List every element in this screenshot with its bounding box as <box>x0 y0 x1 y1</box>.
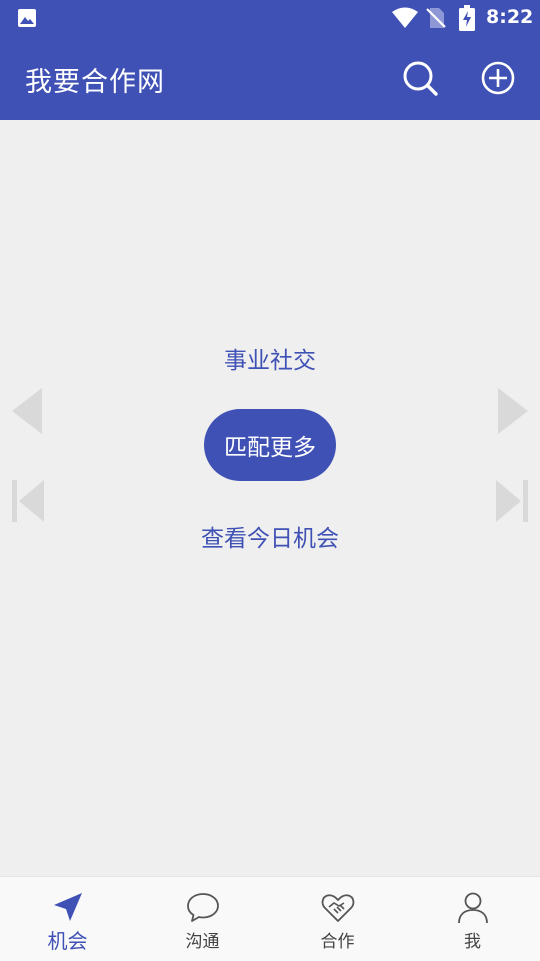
handshake-heart-icon <box>321 894 354 922</box>
next-arrow-icon[interactable] <box>496 386 530 436</box>
gallery-icon <box>18 9 36 27</box>
nav-item-cooperation[interactable]: 合作 <box>270 877 405 961</box>
status-bar: 8:22 <box>0 0 540 36</box>
battery-charging-icon <box>459 5 475 31</box>
previous-arrow-icon[interactable] <box>10 386 44 436</box>
person-icon <box>457 892 488 924</box>
nav-label: 合作 <box>320 932 355 952</box>
social-label: 事业社交 <box>224 348 316 374</box>
search-icon[interactable] <box>400 58 440 98</box>
status-time: 8:22 <box>486 6 534 28</box>
add-circle-icon[interactable] <box>478 58 518 98</box>
today-opportunities-link[interactable]: 查看今日机会 <box>0 519 540 553</box>
nav-item-opportunities[interactable]: 机会 <box>0 877 135 961</box>
nav-label: 机会 <box>47 929 88 953</box>
no-sim-icon <box>426 8 446 28</box>
match-more-button[interactable]: 匹配更多 <box>204 409 336 481</box>
chat-bubble-icon <box>186 893 219 922</box>
bottom-nav: 机会 沟通 合作 我 <box>0 876 540 961</box>
nav-label: 沟通 <box>185 932 220 952</box>
nav-label: 我 <box>464 932 481 952</box>
nav-item-me[interactable]: 我 <box>405 877 540 961</box>
nav-item-chat[interactable]: 沟通 <box>135 877 270 961</box>
app-bar: 我要合作网 <box>0 36 540 120</box>
send-icon <box>53 893 82 921</box>
app-title: 我要合作网 <box>25 67 165 98</box>
wifi-icon <box>392 7 418 28</box>
